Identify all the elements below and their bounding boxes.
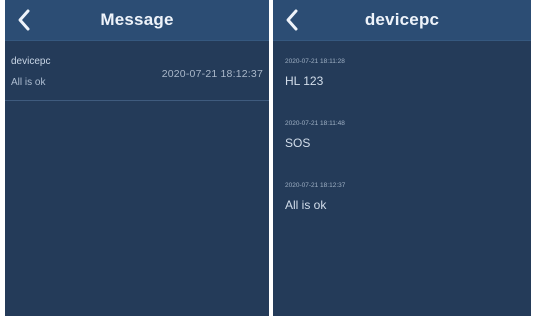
chat-text: All is ok <box>285 198 327 212</box>
header-bar: Message <box>5 0 269 41</box>
header-bar: devicepc <box>273 0 531 41</box>
message-time: 2020-07-21 18:12:37 <box>161 68 263 80</box>
message-sender: devicepc <box>11 56 51 67</box>
chat-timestamp: 2020-07-21 18:12:37 <box>285 182 346 189</box>
chat-message: 2020-07-21 18:11:28 HL 123 <box>285 56 523 118</box>
chat-timestamp: 2020-07-21 18:11:28 <box>285 58 345 65</box>
chat-text: SOS <box>285 136 311 150</box>
chat-message: 2020-07-21 18:11:48 SOS <box>285 118 523 180</box>
chat-timestamp: 2020-07-21 18:11:48 <box>285 120 345 127</box>
conversation-title: devicepc <box>364 10 440 29</box>
chat-message: 2020-07-21 18:12:37 All is ok <box>285 180 523 242</box>
page-title: Message <box>100 10 174 29</box>
message-list-screen: Message devicepc All is ok 2020-07-21 18… <box>5 0 269 316</box>
conversation-screen: devicepc 2020-07-21 18:11:28 HL 123 2020… <box>273 0 531 316</box>
message-list-item[interactable]: devicepc All is ok 2020-07-21 18:12:37 <box>5 46 269 101</box>
app-stage: Message devicepc All is ok 2020-07-21 18… <box>0 0 533 316</box>
message-preview: All is ok <box>11 77 46 88</box>
chat-list: 2020-07-21 18:11:28 HL 123 2020-07-21 18… <box>285 56 523 242</box>
chat-text: HL 123 <box>285 74 324 88</box>
